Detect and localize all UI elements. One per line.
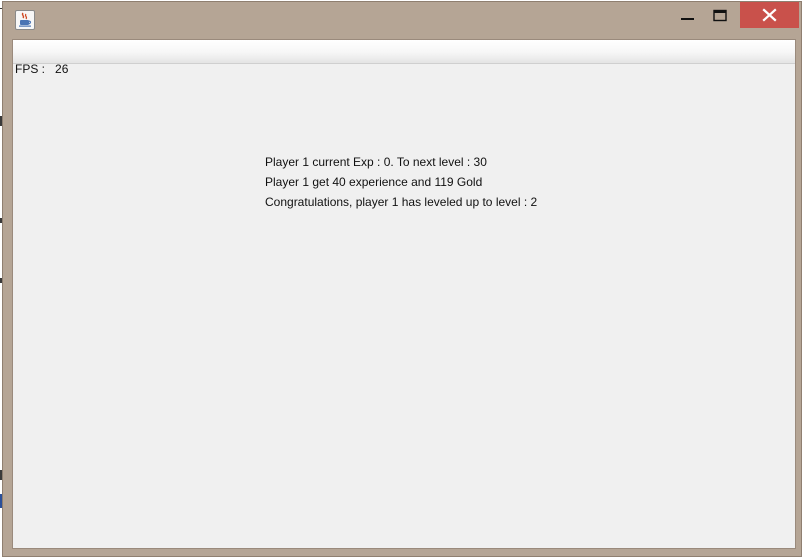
fps-label: FPS : [15,62,46,76]
fps-value: 26 [55,62,69,76]
minimize-icon [681,18,694,20]
log-line-exp: Player 1 current Exp : 0. To next level … [265,155,487,169]
game-log: Player 1 current Exp : 0. To next level … [265,152,537,212]
close-icon [762,8,777,22]
game-window: FPS : 26 Player 1 current Exp : 0. To ne… [2,1,802,557]
log-line-reward: Player 1 get 40 experience and 119 Gold [265,175,483,189]
minimize-button[interactable] [673,2,701,29]
maximize-button[interactable] [705,2,735,29]
title-bar[interactable] [3,2,801,38]
game-canvas[interactable]: FPS : 26 Player 1 current Exp : 0. To ne… [12,39,796,549]
java-cup-icon[interactable] [15,10,35,30]
close-button[interactable] [740,2,799,28]
log-line-levelup: Congratulations, player 1 has leveled up… [265,195,538,209]
menu-bar [13,40,795,64]
maximize-icon [713,9,727,22]
fps-counter: FPS : 26 [15,62,68,76]
